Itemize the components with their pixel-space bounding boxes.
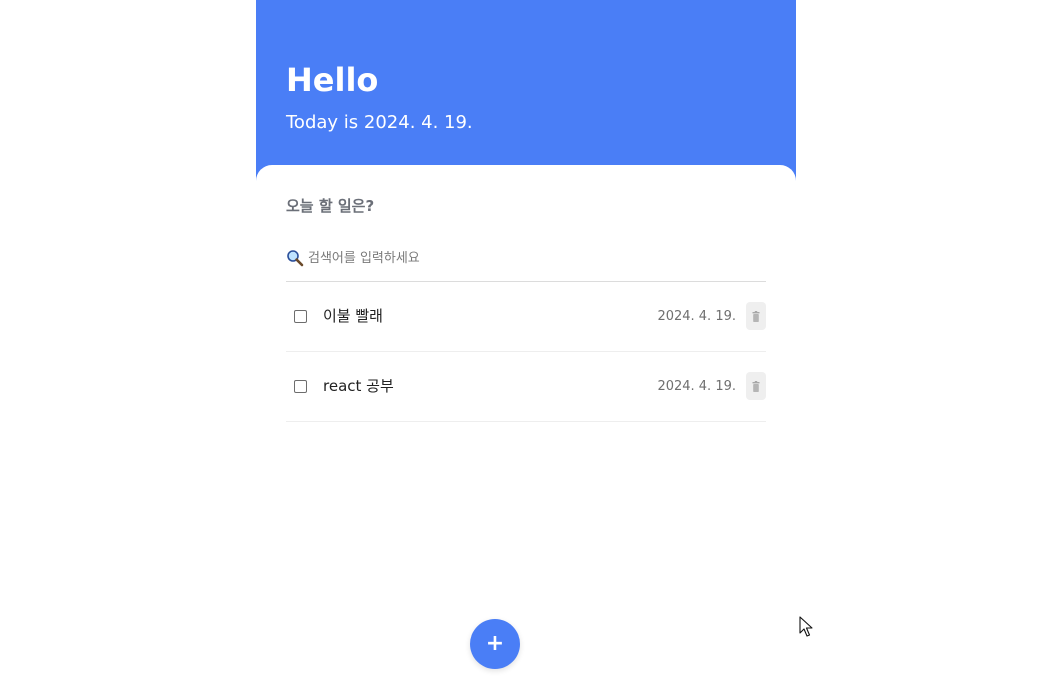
todo-text: 이불 빨래 <box>323 307 383 325</box>
todo-checkbox[interactable] <box>294 380 307 393</box>
today-date: Today is 2024. 4. 19. <box>286 112 473 133</box>
trash-icon <box>752 380 760 392</box>
todo-panel: 오늘 할 일은? 이불 빨래 2024. 4. 19. <box>256 165 796 684</box>
todo-app: Hello Today is 2024. 4. 19. 오늘 할 일은? 이불 … <box>256 0 796 684</box>
greeting-title: Hello <box>286 61 379 99</box>
section-title: 오늘 할 일은? <box>286 197 375 215</box>
todo-text: react 공부 <box>323 377 394 395</box>
todo-date: 2024. 4. 19. <box>657 309 736 324</box>
todo-item: react 공부 2024. 4. 19. <box>286 352 766 422</box>
search-input[interactable] <box>308 245 758 271</box>
delete-button[interactable] <box>746 372 766 400</box>
trash-icon <box>752 310 760 322</box>
search-bar <box>286 243 766 282</box>
magnifier-icon <box>287 250 304 267</box>
add-button-label: + <box>485 631 505 656</box>
todo-item: 이불 빨래 2024. 4. 19. <box>286 282 766 352</box>
todo-list: 이불 빨래 2024. 4. 19. react 공부 2024. 4. 19. <box>286 282 766 422</box>
todo-date: 2024. 4. 19. <box>657 379 736 394</box>
todo-checkbox[interactable] <box>294 310 307 323</box>
header: Hello Today is 2024. 4. 19. <box>256 0 796 185</box>
mouse-pointer-icon <box>799 616 813 637</box>
delete-button[interactable] <box>746 302 766 330</box>
add-todo-button[interactable]: + <box>470 619 520 669</box>
